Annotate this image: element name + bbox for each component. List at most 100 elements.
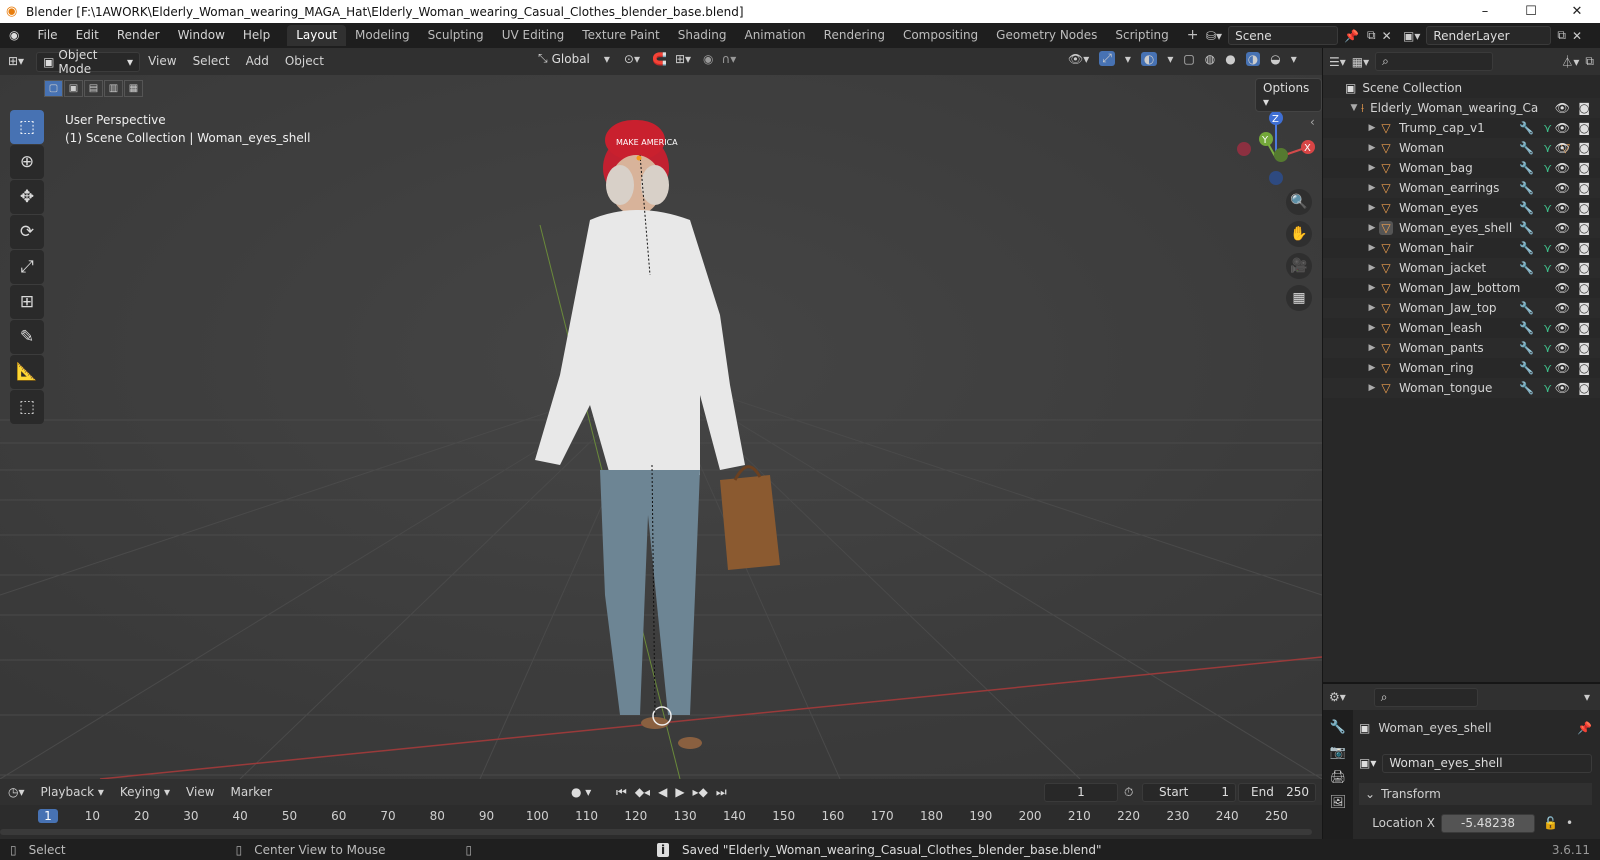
outliner-item[interactable]: ▶ ▽ Trump_cap_v1 🔧 ⋎ 👁 ◙ xyxy=(1323,118,1600,138)
timeline-menu-view[interactable]: View xyxy=(178,785,222,799)
overlay-toggle-icon[interactable]: ◐ xyxy=(1140,51,1158,66)
shading-solid-icon[interactable]: ● xyxy=(1225,52,1235,66)
outliner-item[interactable]: ▶ ▽ Woman_eyes_shell 🔧 👁 ◙ xyxy=(1323,218,1600,238)
select-invert-icon[interactable]: ▥ xyxy=(104,80,123,97)
modifier-wrench-icon[interactable]: 🔧 xyxy=(1519,181,1534,195)
next-keyframe-icon[interactable]: ▸◆ xyxy=(693,785,708,800)
output-tab-icon[interactable]: 🖨 xyxy=(1330,770,1347,785)
tool-tab-icon[interactable]: 🔧 xyxy=(1330,720,1346,735)
modifier-wrench-icon[interactable]: 🔧 xyxy=(1519,161,1534,175)
tab-animation[interactable]: Animation xyxy=(735,25,814,46)
render-tab-icon[interactable]: 📷 xyxy=(1330,745,1346,760)
camera-icon[interactable]: ◙ xyxy=(1578,181,1590,195)
menu-view[interactable]: View xyxy=(140,48,184,75)
expand-arrow-icon[interactable]: ▶ xyxy=(1365,303,1379,313)
expand-arrow-icon[interactable]: ▶ xyxy=(1365,263,1379,273)
tab-texture-paint[interactable]: Texture Paint xyxy=(573,25,668,46)
eye-icon[interactable]: 👁 xyxy=(1555,381,1570,395)
eye-icon[interactable]: 👁 xyxy=(1555,261,1570,275)
expand-arrow-icon[interactable]: ▶ xyxy=(1365,243,1379,253)
xray-icon[interactable]: ▢ xyxy=(1183,52,1194,66)
data-icon[interactable]: ▣▾ xyxy=(1359,756,1376,770)
camera-icon[interactable]: ◙ xyxy=(1578,321,1590,335)
expand-arrow-icon[interactable]: ▶ xyxy=(1365,343,1379,353)
close-icon[interactable]: ✕ xyxy=(1554,0,1600,23)
modifier-wrench-icon[interactable]: 🔧 xyxy=(1519,301,1534,315)
vertex-group-icon[interactable]: ⋎ xyxy=(1543,161,1552,175)
tab-scripting[interactable]: Scripting xyxy=(1106,25,1177,46)
select-intersect-icon[interactable]: ▦ xyxy=(124,80,143,97)
shading-material-icon[interactable]: ◑ xyxy=(1245,51,1261,66)
outliner-search-input[interactable]: ⌕ xyxy=(1375,52,1494,71)
camera-icon[interactable]: ◙ xyxy=(1578,141,1590,155)
pan-hand-icon[interactable]: ✋ xyxy=(1286,221,1312,247)
tab-uv-editing[interactable]: UV Editing xyxy=(493,25,574,46)
transform-icon[interactable]: ⊞ xyxy=(10,285,44,319)
vertex-group-icon[interactable]: ⋎ xyxy=(1543,381,1552,395)
camera-icon[interactable]: ◙ xyxy=(1578,201,1590,215)
tab-compositing[interactable]: Compositing xyxy=(894,25,987,46)
start-frame-field[interactable]: Start 1 xyxy=(1142,782,1236,802)
camera-icon[interactable]: ◙ xyxy=(1578,241,1590,255)
vertex-group-icon[interactable]: ⋎ xyxy=(1543,241,1552,255)
current-frame-field[interactable]: 1 xyxy=(1044,782,1118,802)
outliner-item[interactable]: ▶ ▽ Woman_eyes 🔧 ⋎ 👁 ◙ xyxy=(1323,198,1600,218)
properties-editor-icon[interactable]: ⚙▾ xyxy=(1329,690,1346,704)
filter-icon[interactable]: ⏃▾ xyxy=(1561,53,1579,70)
tab-sculpting[interactable]: Sculpting xyxy=(419,25,493,46)
outliner-item[interactable]: ▶ ▽ Woman_hair 🔧 ⋎ 👁 ◙ xyxy=(1323,238,1600,258)
maximize-icon[interactable]: ☐ xyxy=(1508,0,1554,23)
outliner-item[interactable]: ▶ ▽ Woman_tongue 🔧 ⋎ 👁 ◙ xyxy=(1323,378,1600,398)
expand-arrow-icon[interactable]: ▶ xyxy=(1365,363,1379,373)
camera-icon[interactable]: ◙ xyxy=(1578,381,1590,395)
new-collection-icon[interactable]: ⧉ xyxy=(1585,54,1594,69)
clock-icon[interactable]: ⏱ xyxy=(1124,785,1133,800)
select-subtract-icon[interactable]: ▤ xyxy=(84,80,103,97)
timeline-scrubber[interactable]: 1 10 20 30 40 50 60 70 80 90 100 110 120 130 140 150 160… xyxy=(0,805,1322,839)
proportional-edit-icon[interactable]: ◉ xyxy=(703,52,713,66)
vertex-group-icon[interactable]: ⋎ xyxy=(1543,341,1552,355)
shading-wireframe-icon[interactable]: ◍ xyxy=(1205,52,1215,66)
eye-icon[interactable]: 👁 xyxy=(1555,181,1570,195)
options-chevron-icon[interactable]: ▾ xyxy=(1584,690,1590,704)
rotate-icon[interactable]: ⟳ xyxy=(10,215,44,249)
tab-geometry-nodes[interactable]: Geometry Nodes xyxy=(987,25,1106,46)
camera-view-icon[interactable]: 🎥 xyxy=(1286,253,1312,279)
menu-marker[interactable]: Marker xyxy=(223,785,280,799)
expand-arrow-icon[interactable]: ▶ xyxy=(1365,123,1379,133)
eye-icon[interactable]: 👁 xyxy=(1555,241,1570,255)
timeline-scrollbar[interactable] xyxy=(0,829,1312,835)
menu-file[interactable]: File xyxy=(28,23,66,48)
camera-icon[interactable]: ◙ xyxy=(1578,161,1590,175)
vertex-group-icon[interactable]: ⋎ xyxy=(1543,261,1552,275)
timeline-editor-icon[interactable]: ◷▾ xyxy=(0,785,33,799)
tab-layout[interactable]: Layout xyxy=(287,25,347,46)
camera-icon[interactable]: ◙ xyxy=(1578,121,1590,135)
lock-icon[interactable]: 🔓 xyxy=(1543,816,1558,830)
new-scene-icon[interactable]: ⧉ xyxy=(1367,28,1376,43)
menu-add[interactable]: Add xyxy=(238,48,277,75)
move-icon[interactable]: ✥ xyxy=(10,180,44,214)
modifier-wrench-icon[interactable]: 🔧 xyxy=(1519,361,1534,375)
delete-layer-icon[interactable]: ✕ xyxy=(1572,29,1582,43)
editor-type-icon[interactable]: ⊞▾ xyxy=(0,48,32,75)
render-layer-icon[interactable]: ▣▾ xyxy=(1403,29,1420,43)
menu-object[interactable]: Object xyxy=(277,48,332,75)
outliner-item[interactable]: ▶ ▽ Woman_leash 🔧 ⋎ 👁 ◙ xyxy=(1323,318,1600,338)
falloff-icon[interactable]: ∩▾ xyxy=(722,52,737,66)
minimize-icon[interactable]: – xyxy=(1462,0,1508,23)
eye-icon[interactable]: 👁 xyxy=(1555,221,1570,235)
modifier-wrench-icon[interactable]: 🔧 xyxy=(1519,121,1534,135)
visibility-icon[interactable]: 👁▾ xyxy=(1068,52,1089,66)
vertex-group-icon[interactable]: ⋎ xyxy=(1543,321,1552,335)
eye-icon[interactable]: 👁 xyxy=(1555,301,1570,315)
menu-keying[interactable]: Keying ▾ xyxy=(112,785,178,799)
properties-search-input[interactable]: ⌕ xyxy=(1373,687,1478,707)
snap-icon[interactable]: 🧲 xyxy=(652,52,667,66)
scale-icon[interactable]: ⤢ xyxy=(10,250,44,284)
eye-icon[interactable]: 👁 xyxy=(1555,321,1570,335)
camera-icon[interactable]: ◙ xyxy=(1578,221,1590,235)
expand-arrow-icon[interactable]: ▶ xyxy=(1365,143,1379,153)
outliner-item[interactable]: ▶ ▽ Woman_jacket 🔧 ⋎ 👁 ◙ xyxy=(1323,258,1600,278)
modifier-wrench-icon[interactable]: 🔧 xyxy=(1519,241,1534,255)
